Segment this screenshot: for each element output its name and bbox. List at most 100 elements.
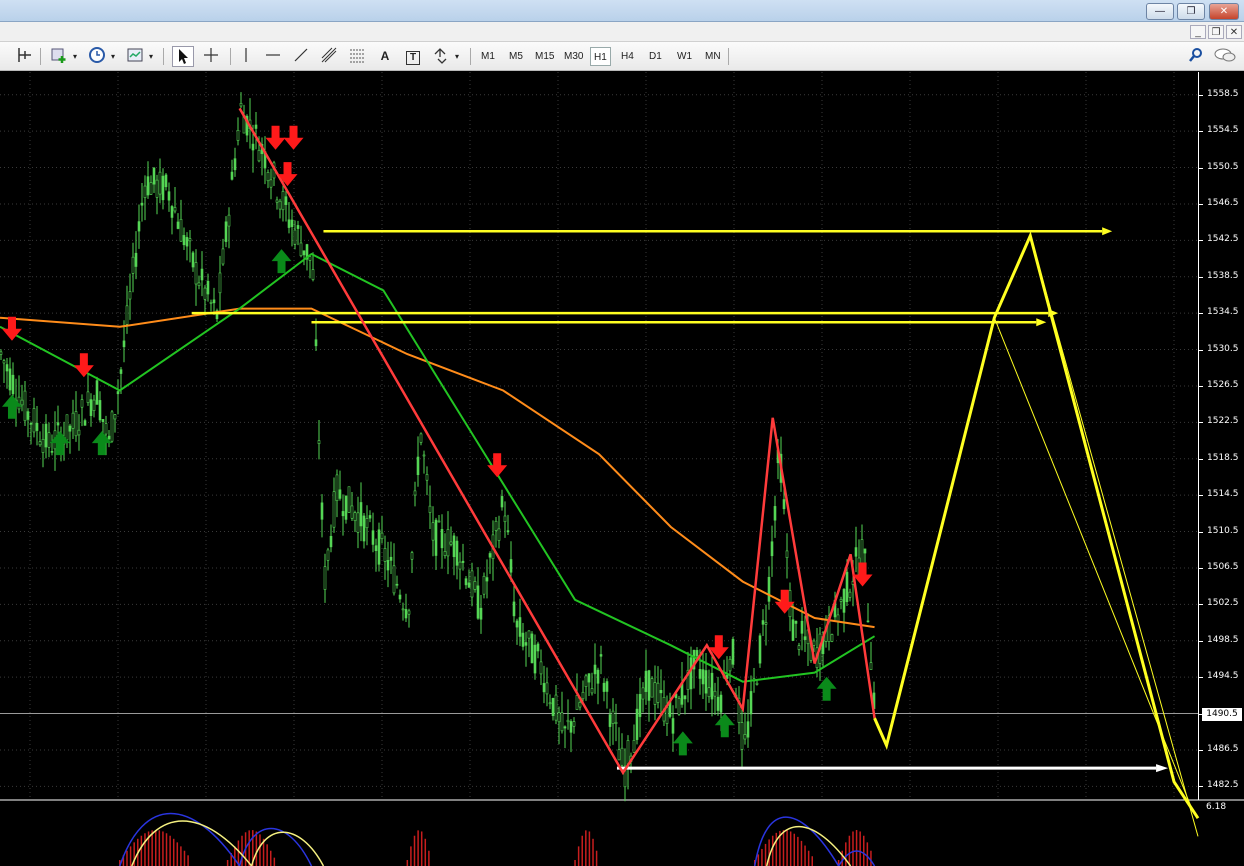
candle-body (341, 511, 345, 517)
candle-body (506, 530, 510, 533)
trendline-icon[interactable] (290, 46, 312, 67)
candle-body (683, 695, 687, 700)
close-button[interactable]: ✕ (1209, 3, 1239, 20)
candle-body (254, 124, 258, 129)
new-chart-dropdown-icon[interactable]: ▾ (70, 46, 80, 67)
timeframe-m5[interactable]: M5 (506, 47, 526, 66)
candle-body (497, 528, 501, 541)
candle-body (791, 619, 795, 641)
text-tool-icon[interactable]: A (374, 46, 396, 67)
candle-body (431, 522, 435, 541)
candle-body (401, 608, 405, 611)
candle-body (479, 607, 483, 620)
candle-body (281, 191, 285, 211)
minimize-button[interactable]: — (1146, 3, 1174, 20)
candle-body (395, 583, 399, 586)
candle-body (41, 438, 45, 453)
clock-dropdown-icon[interactable]: ▾ (108, 46, 118, 67)
arrows-dropdown-icon[interactable]: ▾ (452, 46, 462, 67)
candle-body (605, 681, 609, 692)
level-arrowhead (1036, 318, 1047, 327)
candle-body (176, 221, 180, 229)
candle-body (365, 518, 369, 529)
candle-body (527, 630, 531, 639)
timeframe-h4[interactable]: H4 (618, 47, 637, 66)
candle-body (563, 726, 567, 729)
chat-icon[interactable] (1212, 46, 1238, 67)
candle-body (5, 364, 9, 372)
candle-body (437, 520, 441, 523)
horizontal-line-icon[interactable] (262, 46, 284, 67)
fibonacci-icon[interactable] (346, 46, 368, 67)
arrows-icon[interactable] (430, 46, 452, 67)
timeframe-m30[interactable]: M30 (561, 47, 586, 66)
candle-body (488, 553, 492, 558)
price-tick-mark (1199, 749, 1203, 751)
candle-body (233, 158, 237, 171)
price-tick-label: 1550.5 (1207, 161, 1239, 172)
candle-body (179, 218, 183, 242)
candle-body (695, 650, 699, 657)
candle-body (116, 391, 120, 395)
clock-icon[interactable] (86, 46, 108, 67)
cursor-icon[interactable] (172, 46, 194, 67)
restore-button[interactable]: ❐ (1177, 3, 1205, 20)
candle-body (449, 541, 453, 545)
candle-body (545, 682, 549, 695)
candle-body (518, 617, 522, 637)
buy-arrow-icon (672, 731, 693, 756)
candle-body (311, 269, 315, 280)
vertical-line-icon[interactable] (236, 46, 256, 67)
candle-body (173, 207, 177, 212)
candle-body (713, 690, 717, 697)
candle-body (710, 672, 714, 700)
timeframe-d1[interactable]: D1 (646, 47, 665, 66)
candle-body (638, 694, 642, 717)
mdi-restore-button[interactable]: ❐ (1208, 25, 1224, 39)
price-tick-label: 1494.5 (1207, 671, 1239, 682)
search-icon[interactable] (1186, 46, 1206, 67)
candle-body (131, 256, 135, 274)
timeframe-m1[interactable]: M1 (478, 47, 498, 66)
level-arrowhead (1102, 227, 1113, 236)
price-tick-label: 1506.5 (1207, 561, 1239, 572)
timeframe-h1[interactable]: H1 (590, 47, 611, 66)
candle-body (521, 632, 525, 647)
candle-body (155, 179, 159, 198)
text-label-icon[interactable]: T (402, 46, 424, 67)
new-chart-icon[interactable] (48, 46, 70, 67)
candle-body (842, 589, 846, 613)
mdi-minimize-button[interactable]: _ (1190, 25, 1206, 39)
candle-body (755, 682, 759, 685)
crosshair-chart-icon[interactable] (14, 46, 36, 67)
candle-body (632, 740, 636, 753)
timeframe-mn[interactable]: MN (702, 47, 724, 66)
crosshair-icon[interactable] (200, 46, 222, 67)
candle-body (500, 496, 504, 508)
price-chart[interactable] (0, 72, 1244, 866)
candle-body (404, 609, 408, 619)
template-dropdown-icon[interactable]: ▾ (146, 46, 156, 67)
timeframe-w1[interactable]: W1 (674, 47, 695, 66)
equidistant-channel-icon[interactable] (318, 46, 340, 67)
candle-body (650, 678, 654, 698)
candle-body (548, 702, 552, 705)
candle-body (707, 687, 711, 698)
candle-body (200, 268, 204, 281)
candle-body (446, 529, 450, 557)
candle-body (335, 474, 339, 501)
candle-body (137, 221, 141, 232)
candle-body (86, 391, 90, 403)
candle-body (845, 571, 849, 603)
template-icon[interactable] (124, 46, 146, 67)
candle-body (689, 657, 693, 690)
candle-body (509, 559, 513, 573)
candle-body (494, 520, 498, 531)
mdi-close-button[interactable]: ✕ (1226, 25, 1242, 39)
timeframe-m15[interactable]: M15 (532, 47, 557, 66)
candle-body (524, 642, 528, 646)
candle-body (0, 351, 3, 355)
candle-body (836, 614, 840, 622)
candle-body (257, 149, 261, 162)
price-tick-mark (1199, 458, 1203, 460)
